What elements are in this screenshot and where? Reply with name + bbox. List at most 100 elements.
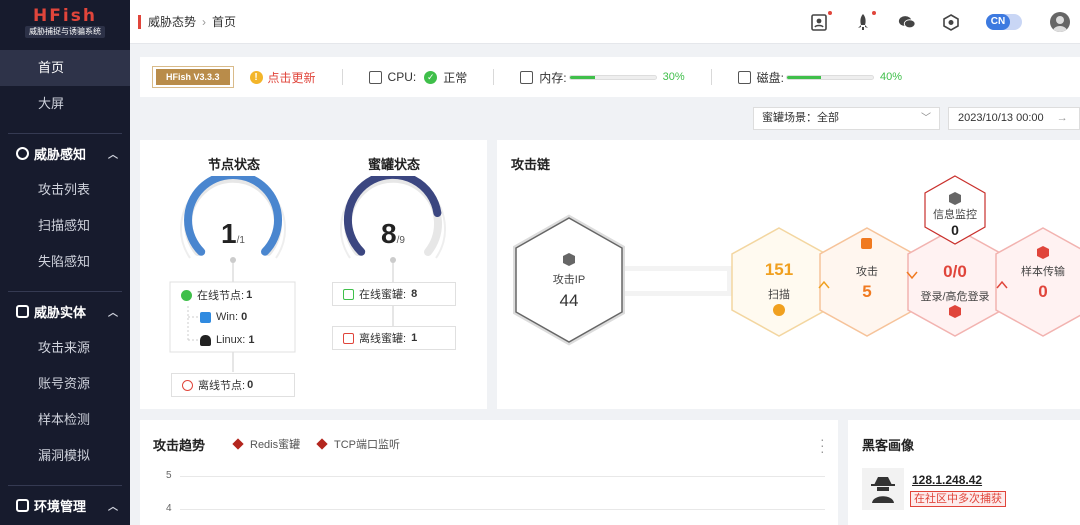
grid-line	[180, 509, 825, 510]
sidebar-group-threat-entity[interactable]: 威胁实体 ︿	[0, 292, 130, 330]
disk-percent: 40%	[879, 71, 902, 83]
language-label: CN	[986, 14, 1010, 30]
rocket-icon[interactable]	[854, 11, 876, 31]
disk-status: 磁盘: 40%	[737, 69, 902, 86]
hacker-avatar-icon	[862, 468, 904, 510]
stage-label-attack: 攻击	[856, 266, 878, 278]
scene-select-value: 蜜罐场景：全部	[762, 112, 839, 124]
logo-title: HFish	[33, 5, 97, 26]
honeypot-scene-select[interactable]: 蜜罐场景：全部 ﹀	[753, 107, 940, 130]
stage-label-scan: 扫描	[768, 289, 790, 301]
sidebar: HFish 威胁捕捉与诱骗系统 首页 大屏 威胁感知 ︿ 攻击列表 扫描感知 失…	[0, 0, 130, 525]
attack-trend-title: 攻击趋势	[153, 438, 206, 453]
sidebar-group-label: 威胁实体	[34, 304, 87, 320]
honeypot-offline-icon	[343, 332, 354, 344]
update-link[interactable]: ! 点击更新	[249, 69, 316, 86]
tree-connectors	[169, 262, 394, 372]
stage-value-sample-transfer[interactable]: 0	[1003, 282, 1080, 302]
hacker-profile-card: 黑客画像 128.1.248.42 在社区中多次捕获	[848, 420, 1080, 525]
disk-icon	[737, 70, 751, 84]
memory-usage-bar	[568, 74, 657, 80]
stage-value-info-monitor[interactable]: 0	[915, 222, 995, 238]
attack-chain-card: 攻击链 攻击IP 44 扫描 151 攻击 5 0/0 登录/高危登录 信息监控…	[497, 140, 1080, 409]
chevron-up-icon: ︿	[108, 149, 118, 161]
y-tick: 5	[166, 470, 172, 481]
gear-icon	[16, 498, 29, 512]
disk-label: 磁盘:	[756, 70, 784, 85]
windows-icon	[200, 311, 211, 323]
hacker-ip-link[interactable]: 128.1.248.42	[912, 473, 982, 487]
more-options-icon[interactable]: · · ·	[820, 432, 825, 458]
system-status-bar: HFish V3.3.3 ! 点击更新 CPU: ✓ 正常 内存: 30% 磁盘…	[140, 57, 1080, 97]
disk-usage-bar	[785, 74, 874, 80]
stage-value-login[interactable]: 0/0	[915, 262, 995, 282]
grid-line	[180, 476, 825, 477]
sidebar-item-scan-perception[interactable]: 扫描感知	[0, 208, 130, 244]
divider	[341, 69, 343, 85]
sidebar-item-compromise-perception[interactable]: 失陷感知	[0, 244, 130, 280]
stage-value-scan[interactable]: 151	[739, 260, 819, 280]
divider	[493, 69, 495, 85]
map-pin-icon	[181, 289, 192, 301]
sidebar-item-attack-list[interactable]: 攻击列表	[0, 172, 130, 208]
user-avatar[interactable]	[1050, 12, 1070, 32]
breadcrumb-item-threat[interactable]: 威胁态势	[148, 13, 196, 30]
y-tick: 4	[166, 503, 172, 514]
honeypot-online-icon	[343, 288, 354, 300]
cpu-status-text: 正常	[443, 70, 468, 85]
sidebar-group-environment[interactable]: 环境管理 ︿	[0, 486, 130, 524]
chevron-up-icon: ︿	[108, 501, 118, 513]
offline-nodes-row: 离线节点: 0	[171, 373, 295, 397]
logo-subtitle: 威胁捕捉与诱骗系统	[25, 25, 105, 38]
sidebar-item-account-resource[interactable]: 账号资源	[0, 366, 130, 402]
stage-value-attack[interactable]: 5	[827, 282, 907, 302]
logo[interactable]: HFish 威胁捕捉与诱骗系统	[0, 0, 130, 44]
sidebar-group-label: 环境管理	[34, 498, 87, 514]
legend-marker	[316, 438, 328, 450]
chevron-down-icon: ﹀	[921, 113, 931, 124]
divider	[710, 69, 712, 85]
breadcrumb-separator: ›	[202, 14, 207, 29]
memory-label: 内存:	[539, 70, 567, 85]
radar-icon	[16, 146, 29, 160]
header-icons: CN	[810, 0, 1080, 44]
stage-value-attack-ip[interactable]: 44	[529, 291, 609, 311]
hexagon-icon[interactable]	[942, 13, 960, 31]
sidebar-item-vuln-simulation[interactable]: 漏洞模拟	[0, 438, 130, 474]
hacker-tag: 在社区中多次捕获	[910, 491, 1006, 507]
linux-icon	[200, 334, 211, 346]
win-nodes-row: Win: 0	[200, 311, 247, 323]
legend-marker	[232, 438, 244, 450]
sidebar-group-label: 威胁感知	[34, 146, 87, 162]
sidebar-item-home[interactable]: 首页	[0, 50, 130, 86]
trend-legend-tcp[interactable]: TCP端口监听	[312, 436, 400, 452]
sidebar-item-bigscreen[interactable]: 大屏	[0, 86, 130, 122]
stage-label-login: 登录/高危登录	[920, 291, 990, 303]
date-range-picker[interactable]: 2023/10/13 00:00 →	[948, 107, 1080, 130]
trend-legend-redis[interactable]: Redis蜜罐	[228, 436, 300, 452]
map-pin-off-icon	[182, 379, 193, 391]
arrow-right-icon: →	[1056, 112, 1068, 124]
update-label: 点击更新	[267, 70, 316, 85]
attack-trend-card: 攻击趋势 Redis蜜罐 TCP端口监听 · · · 5 4	[140, 420, 838, 525]
stage-label-attack-ip: 攻击IP	[552, 274, 586, 286]
wechat-icon[interactable]	[898, 13, 916, 31]
hacker-profile-title: 黑客画像	[862, 438, 915, 453]
cpu-label: CPU:	[387, 70, 417, 84]
cpu-icon	[368, 70, 382, 84]
cpu-status: CPU: ✓ 正常	[368, 69, 468, 86]
language-toggle[interactable]: CN	[986, 14, 1022, 30]
sidebar-item-attack-source[interactable]: 攻击来源	[0, 330, 130, 366]
memory-icon	[520, 70, 534, 84]
sidebar-item-sample-detection[interactable]: 样本检测	[0, 402, 130, 438]
breadcrumb-marker	[138, 14, 141, 29]
report-icon[interactable]	[810, 11, 832, 31]
status-card: 节点状态 蜜罐状态 1/1 8/9 在线节点: 1 Win: 0 Linux: …	[140, 140, 487, 409]
sidebar-group-threat-perception[interactable]: 威胁感知 ︿	[0, 134, 130, 172]
chevron-up-icon: ︿	[108, 307, 118, 319]
stage-label-info-monitor: 信息监控	[933, 209, 977, 221]
linux-nodes-row: Linux: 1	[200, 334, 255, 346]
memory-percent: 30%	[662, 71, 685, 83]
stage-label-sample-transfer: 样本传输	[1021, 266, 1065, 278]
online-honeypots-row: 在线蜜罐: 8	[332, 282, 456, 306]
